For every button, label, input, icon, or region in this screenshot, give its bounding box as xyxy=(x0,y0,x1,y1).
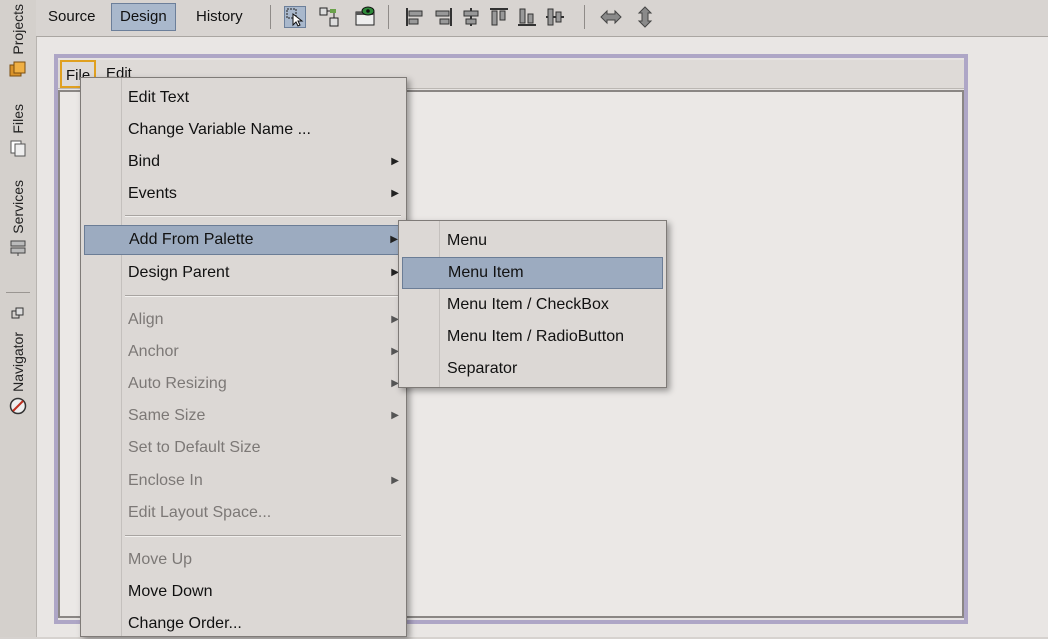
tab-navigator-pin[interactable] xyxy=(2,300,34,324)
menu-item-design-parent[interactable]: Design Parent ▶ xyxy=(84,258,403,288)
align-bottom-icon[interactable] xyxy=(516,6,538,28)
submenu-arrow-icon: ▶ xyxy=(391,156,399,167)
menu-item-label: Edit Text xyxy=(128,89,190,106)
menu-item-label: Move Down xyxy=(128,583,213,600)
menu-item-align[interactable]: Align ▶ xyxy=(84,305,403,335)
preview-design-icon[interactable] xyxy=(354,6,376,28)
menu-item-anchor[interactable]: Anchor ▶ xyxy=(84,337,403,367)
design-tab-button[interactable]: Design xyxy=(111,3,176,31)
menu-item-move-up[interactable]: Move Up xyxy=(84,545,403,575)
submenu-arrow-icon: ▶ xyxy=(391,410,399,421)
align-top-icon[interactable] xyxy=(488,6,510,28)
history-tab-button[interactable]: History xyxy=(188,3,251,31)
menu-item-add-from-palette[interactable]: Add From Palette ▶ xyxy=(84,225,403,255)
menu-item-edit-text[interactable]: Edit Text xyxy=(84,83,403,113)
menu-item-enclose-in[interactable]: Enclose In ▶ xyxy=(84,466,403,496)
tab-services-label: Services xyxy=(10,180,26,234)
menu-item-edit-layout-space[interactable]: Edit Layout Space... xyxy=(84,498,403,528)
submenu-item-menu-item-checkbox[interactable]: Menu Item / CheckBox xyxy=(402,289,663,321)
sidebar-divider xyxy=(6,292,30,293)
menu-separator xyxy=(125,215,401,217)
tab-services[interactable]: Services xyxy=(2,180,34,258)
submenu-item-menu[interactable]: Menu xyxy=(402,225,663,257)
menu-item-label: Move Up xyxy=(128,551,193,568)
menu-item-change-variable-name[interactable]: Change Variable Name ... xyxy=(84,115,403,145)
menu-separator xyxy=(125,535,401,537)
tab-files-label: Files xyxy=(10,104,26,134)
projects-icon xyxy=(8,59,28,79)
resize-horizontally-icon[interactable] xyxy=(600,6,622,28)
menu-separator xyxy=(125,295,401,297)
menu-item-label: Change Order... xyxy=(128,615,242,632)
menu-item-label: Same Size xyxy=(128,407,206,424)
menu-item-label: Auto Resizing xyxy=(128,375,227,392)
align-right-icon[interactable] xyxy=(432,6,454,28)
left-sidebar: Projects Files Services Navigator xyxy=(0,0,37,637)
submenu-item-menu-item-radiobutton[interactable]: Menu Item / RadioButton xyxy=(402,321,663,353)
menu-item-label: Design Parent xyxy=(128,264,230,281)
menu-item-label: Anchor xyxy=(128,343,179,360)
menu-item-label: Set to Default Size xyxy=(128,439,261,456)
menu-item-set-to-default-size[interactable]: Set to Default Size xyxy=(84,433,403,463)
toolbar-separator xyxy=(584,5,585,29)
menu-item-label: Bind xyxy=(128,153,161,170)
submenu-arrow-icon: ▶ xyxy=(390,234,398,245)
toolbar-separator xyxy=(270,5,271,29)
menu-item-label: Change Variable Name ... xyxy=(128,121,311,138)
tab-projects-label: Projects xyxy=(10,4,26,55)
services-icon xyxy=(8,238,28,258)
selection-mode-icon[interactable] xyxy=(284,6,306,28)
center-horizontally-icon[interactable] xyxy=(460,6,482,28)
files-icon xyxy=(8,138,28,158)
tab-navigator[interactable]: Navigator xyxy=(2,332,34,416)
submenu-arrow-icon: ▶ xyxy=(391,188,399,199)
menu-item-events[interactable]: Events ▶ xyxy=(84,179,403,209)
submenu-item-separator[interactable]: Separator xyxy=(402,353,663,385)
align-left-icon[interactable] xyxy=(404,6,426,28)
submenu-arrow-icon: ▶ xyxy=(391,475,399,486)
context-menu: Edit Text Change Variable Name ... Bind ▶… xyxy=(80,77,407,637)
tab-files[interactable]: Files xyxy=(2,104,34,158)
menu-item-label: Align xyxy=(128,311,164,328)
menu-item-label: Enclose In xyxy=(128,472,203,489)
toolbar-separator xyxy=(388,5,389,29)
menu-item-bind[interactable]: Bind ▶ xyxy=(84,147,403,177)
menu-item-change-order[interactable]: Change Order... xyxy=(84,609,403,639)
connection-mode-icon[interactable] xyxy=(318,6,340,28)
editor-toolbar: Source Design History xyxy=(36,0,1048,37)
source-tab-button[interactable]: Source xyxy=(40,3,104,31)
minimize-window-icon xyxy=(8,304,28,324)
menu-item-label: Add From Palette xyxy=(129,231,254,248)
add-from-palette-submenu: Menu Menu Item Menu Item / CheckBox Menu… xyxy=(398,220,667,388)
navigator-icon xyxy=(8,396,28,416)
menu-item-auto-resizing[interactable]: Auto Resizing ▶ xyxy=(84,369,403,399)
menu-item-move-down[interactable]: Move Down xyxy=(84,577,403,607)
tab-navigator-label: Navigator xyxy=(10,332,26,392)
resize-vertically-icon[interactable] xyxy=(634,6,656,28)
menu-item-label: Edit Layout Space... xyxy=(128,504,272,521)
submenu-item-menu-item[interactable]: Menu Item xyxy=(402,257,663,289)
tab-projects[interactable]: Projects xyxy=(2,4,34,79)
menu-item-label: Events xyxy=(128,185,177,202)
center-vertically-icon[interactable] xyxy=(544,6,566,28)
menu-item-same-size[interactable]: Same Size ▶ xyxy=(84,401,403,431)
